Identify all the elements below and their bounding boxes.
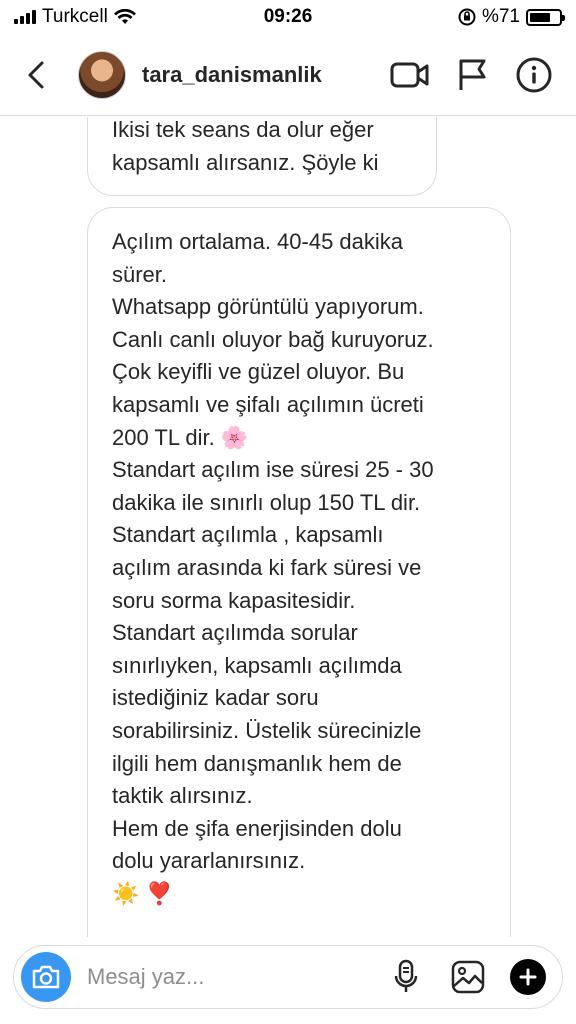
wifi-icon: [113, 9, 136, 24]
report-button[interactable]: [452, 55, 492, 95]
username[interactable]: tara_danismanlik: [142, 62, 390, 88]
avatar[interactable]: [78, 50, 126, 99]
status-left: Turkcell: [14, 6, 136, 28]
message-composer: [13, 945, 563, 1009]
more-options-button[interactable]: [510, 959, 546, 995]
battery-icon: [526, 8, 565, 26]
chat-header: tara_danismanlik: [0, 34, 576, 116]
battery-percent: %71: [481, 6, 520, 27]
voice-message-button[interactable]: [386, 957, 426, 997]
gallery-icon: [451, 960, 485, 994]
status-bar: Turkcell 09:26 %71: [0, 0, 576, 34]
message-bubble[interactable]: Ikisi tek seans da olur eğer kapsamlı al…: [87, 117, 437, 197]
carrier-label: Turkcell: [42, 6, 108, 27]
chevron-left-icon: [28, 61, 44, 88]
plus-icon: [519, 968, 537, 986]
signal-icon: [14, 10, 36, 24]
video-camera-icon: [390, 62, 429, 87]
microphone-icon: [394, 959, 418, 992]
status-right: %71: [458, 6, 565, 28]
message-bubble[interactable]: Açılım ortalama. 40-45 dakika sürer. Wha…: [87, 207, 511, 937]
message-list[interactable]: Ikisi tek seans da olur eğer kapsamlı al…: [0, 117, 576, 937]
info-button[interactable]: [514, 55, 554, 95]
battery-fill: [530, 12, 550, 22]
message-input[interactable]: [87, 964, 386, 990]
back-button[interactable]: [6, 45, 66, 105]
info-icon: [516, 57, 552, 92]
video-call-button[interactable]: [390, 55, 430, 95]
camera-icon: [32, 965, 60, 989]
orientation-lock-icon: [458, 8, 476, 26]
gallery-button[interactable]: [448, 957, 488, 997]
flag-icon: [459, 59, 486, 90]
camera-button[interactable]: [21, 952, 71, 1002]
